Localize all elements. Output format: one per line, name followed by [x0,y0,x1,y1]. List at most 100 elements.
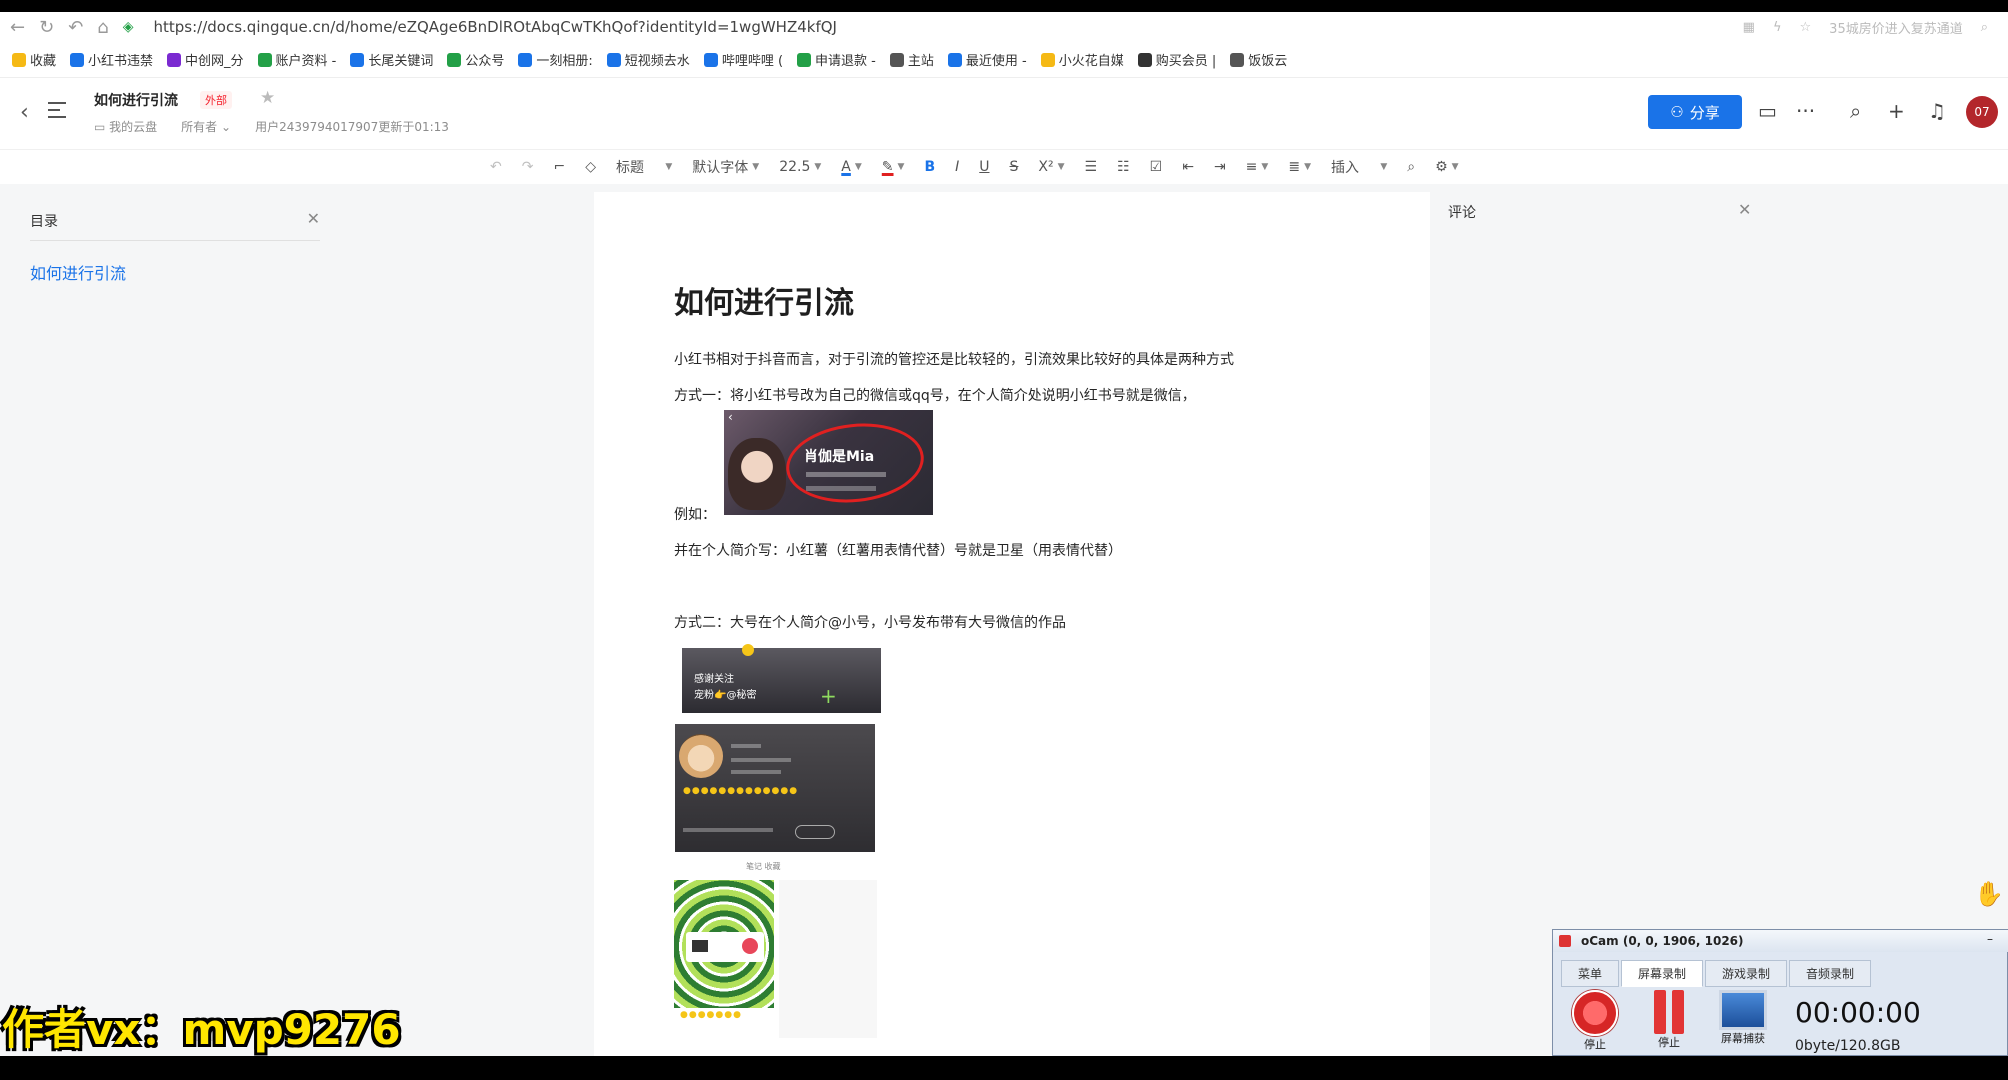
reload-icon[interactable]: ↻ [39,17,54,38]
menu-icon[interactable] [48,102,66,123]
bookmark-icon [1137,52,1152,67]
news-hint[interactable]: 35城房价进入复苏通道 [1829,18,1963,37]
doc-title[interactable]: 如何进行引流 [94,90,178,110]
star-outline-icon[interactable]: ☆ [1800,20,1812,35]
clear-format-icon[interactable]: ◇ [585,159,596,175]
paragraph-1[interactable]: 小红书相对于抖音而言，对于引流的管控还是比较轻的，引流效果比较好的具体是两种方式 [674,349,1234,369]
minimize-icon[interactable]: – [1987,928,1993,950]
font-dropdown[interactable]: 默认字体 ▼ [692,157,759,177]
bookmark-item[interactable]: 小火花自媒 [1040,50,1124,69]
format-painter-icon[interactable]: ⌐ [553,159,565,175]
spiral-post-image[interactable] [674,880,774,1013]
stop-button[interactable]: 停止 [1565,990,1625,1054]
close-comments-icon[interactable]: ✕ [1738,200,1751,219]
heading-dropdown[interactable]: 标题 ▼ [616,157,672,177]
ocam-titlebar[interactable]: oCam (0, 0, 1906, 1026) – [1553,930,2008,952]
close-icon[interactable]: ✕ [307,209,320,228]
bookmark-item[interactable]: 公众号 [447,50,504,69]
bookmark-label: 收藏 [30,54,57,69]
outdent-icon[interactable]: ⇤ [1182,159,1194,175]
bookmark-item[interactable]: 饭饭云 [1230,50,1287,69]
home-icon[interactable]: ⌂ [97,17,108,38]
bullet-list-icon[interactable]: ☷ [1117,159,1130,175]
ocam-logo-icon [1559,935,1571,947]
settings-icon[interactable]: ⚙ ▼ [1435,159,1458,175]
document-page[interactable]: 如何进行引流 小红书相对于抖音而言，对于引流的管控还是比较轻的，引流效果比较好的… [594,192,1430,1056]
highlight-icon[interactable]: ✎ ▼ [882,159,905,175]
bookmark-label: 主站 [907,54,934,69]
font-size-dropdown[interactable]: 22.5 ▼ [779,159,821,175]
hand-icon[interactable]: ✋ [1974,880,2004,908]
bookmark-item[interactable]: 一刻相册: [518,50,593,69]
bookmark-item[interactable]: 申请退款 - [797,50,876,69]
follow-subtext: 宠粉👉@秘密 [694,690,757,701]
cat-profile-screenshot-image[interactable]: ●●●●●●●●●●●●● [675,724,875,852]
favorite-star-icon[interactable]: ★ [260,88,275,108]
superscript-icon[interactable]: X² ▼ [1038,159,1064,175]
ocam-tab-game[interactable]: 游戏录制 [1705,960,1788,987]
text-color-icon[interactable]: A ▼ [841,159,862,175]
pause-icon [1649,990,1689,1034]
location-link[interactable]: ▭ 我的云盘 [94,118,157,135]
bookmark-item[interactable]: 最近使用 - [947,50,1027,69]
indent-icon[interactable]: ⇥ [1214,159,1226,175]
back-icon[interactable]: ‹ [20,100,29,125]
search-icon[interactable]: ⌕ [1850,99,1861,123]
share-button[interactable]: ⚇ 分享 [1648,95,1742,129]
profile-screenshot-image[interactable]: ‹ 肖伽是Mia [724,410,933,515]
bookmark-item[interactable]: 收藏 [12,50,56,69]
paragraph-4[interactable]: 方式二：大号在个人简介@小号，小号发布带有大号微信的作品 [674,612,1066,632]
paragraph-3[interactable]: 并在个人简介写：小红薯（红薯用表情代替）号就是卫星（用表情代替） [674,540,1122,560]
bell-icon[interactable]: ♫ [1928,99,1946,123]
insert-dropdown[interactable]: 插入 ▼ [1331,157,1387,177]
follow-screenshot-image[interactable]: 感谢关注 宠粉👉@秘密 + [682,644,881,713]
bookmark-item[interactable]: 账户资料 - [257,50,336,69]
bookmark-item[interactable]: 购买会员 | [1137,50,1216,69]
pause-button[interactable]: 停止 [1639,990,1699,1054]
permission-dropdown[interactable]: 所有者 ⌄ [181,118,231,135]
ocam-tab-screen[interactable]: 屏幕录制 [1621,960,1704,987]
bookmark-item[interactable]: 哔哩哔哩 ( [703,50,783,69]
comments-title: 评论 [1448,205,1476,221]
bookmark-item[interactable]: 主站 [889,50,934,69]
grid-icon[interactable]: ▦ [1743,20,1755,35]
italic-icon[interactable]: I [955,159,959,175]
cat-avatar [679,734,723,778]
bold-icon[interactable]: B [924,159,935,175]
ordered-list-icon[interactable]: ☰ [1085,159,1098,175]
redo-icon[interactable]: ↷ [522,159,534,175]
present-icon[interactable]: ▭ [1758,99,1777,123]
capture-button[interactable]: 屏幕捕获 [1713,990,1773,1054]
ocam-window: oCam (0, 0, 1906, 1026) – 菜单 屏幕录制 游戏录制 音… [1552,929,2008,1056]
avatar[interactable]: 07 [1966,96,1998,128]
find-icon[interactable]: ⌕ [1407,159,1415,175]
bookmark-item[interactable]: 中创网_分 [167,50,244,69]
undo-icon[interactable]: ↶ [490,159,502,175]
bookmark-item[interactable]: 短视频去水 [606,50,690,69]
blur-line [731,758,791,762]
back-nav-icon[interactable]: ← [10,17,25,38]
underline-icon[interactable]: U [979,159,989,175]
url-field[interactable]: https://docs.qingque.cn/d/home/eZQAge6Bn… [154,18,837,36]
doc-heading[interactable]: 如何进行引流 [674,278,854,322]
bookmark-item[interactable]: 小红书违禁 [70,50,153,69]
bookmark-icon [447,52,462,67]
checklist-icon[interactable]: ☑ [1150,159,1163,175]
add-icon[interactable]: + [1888,99,1905,123]
main-area: 目录 ✕ 如何进行引流 如何进行引流 小红书相对于抖音而言，对于引流的管控还是比… [0,184,2008,1056]
ocam-tab-menu[interactable]: 菜单 [1561,960,1620,987]
ocam-tab-audio[interactable]: 音频录制 [1789,960,1872,987]
more-icon[interactable]: ··· [1796,99,1815,123]
align-icon[interactable]: ≡ ▼ [1246,159,1269,175]
paragraph-2[interactable]: 方式一：将小红书号改为自己的微信或qq号，在个人简介处说明小红书号就是微信， [674,385,1196,405]
line-spacing-icon[interactable]: ≣ ▼ [1288,159,1311,175]
bolt-icon[interactable]: ϟ [1773,20,1782,35]
browser-search-icon[interactable]: ⌕ [1981,20,1988,35]
bookmark-label: 一刻相册: [536,54,593,69]
undo-nav-icon[interactable]: ↶ [68,17,83,38]
bookmark-icon [257,52,272,67]
strikethrough-icon[interactable]: S [1010,159,1019,175]
paragraph-example[interactable]: 例如： [674,504,716,524]
toc-item[interactable]: 如何进行引流 [30,260,126,284]
bookmark-item[interactable]: 长尾关键词 [350,50,433,69]
